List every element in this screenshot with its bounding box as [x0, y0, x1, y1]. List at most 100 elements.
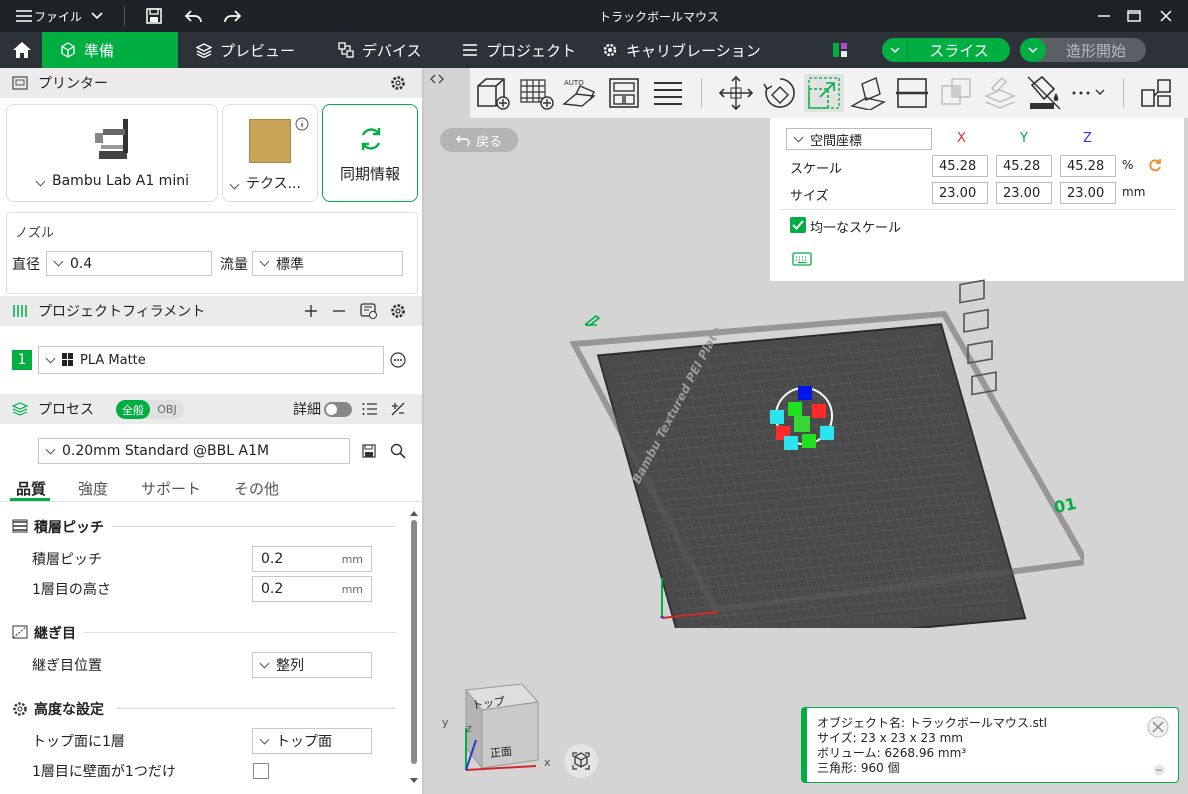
- undo-icon[interactable]: [184, 0, 204, 32]
- collapse-panel-icon[interactable]: [428, 70, 446, 88]
- redo-icon[interactable]: [222, 0, 242, 32]
- size-z-input[interactable]: 23.00: [1060, 182, 1116, 204]
- rotate-icon[interactable]: [760, 74, 800, 112]
- layer-height-input[interactable]: 0.2 mm: [252, 546, 372, 572]
- arrange-icon[interactable]: [604, 74, 644, 112]
- tab-calibration[interactable]: キャリブレーション: [584, 32, 761, 68]
- coordinate-select[interactable]: 空間座標: [786, 128, 932, 150]
- chevron-down-icon[interactable]: [1020, 38, 1046, 62]
- object-trackball-mouse[interactable]: [764, 378, 854, 468]
- mode-all[interactable]: 全般: [116, 400, 150, 419]
- divider: [116, 708, 396, 709]
- search-icon[interactable]: [390, 443, 406, 459]
- tab-other[interactable]: その他: [234, 478, 279, 499]
- size-x-input[interactable]: 23.00: [932, 182, 988, 204]
- mode-toggle[interactable]: 全般 OBJ: [116, 400, 184, 419]
- scrollbar[interactable]: [410, 510, 418, 790]
- uniform-scale-checkbox[interactable]: [790, 217, 806, 233]
- flow-select[interactable]: 標準: [252, 251, 403, 276]
- chevron-down-icon[interactable]: [882, 38, 908, 62]
- printer-title: プリンター: [38, 76, 108, 92]
- move-icon[interactable]: [716, 74, 756, 112]
- tab-quality[interactable]: 品質: [16, 478, 46, 499]
- plate-card[interactable]: テクス...: [222, 104, 318, 202]
- view-cube-front[interactable]: 正面: [489, 743, 513, 761]
- first-layer-input[interactable]: 0.2 mm: [252, 576, 372, 602]
- boolean-icon[interactable]: [936, 74, 976, 112]
- hamburger-menu-icon[interactable]: [14, 0, 34, 32]
- remove-icon[interactable]: [332, 304, 346, 318]
- filament-select[interactable]: PLA Matte: [38, 346, 384, 374]
- detail-toggle[interactable]: [324, 402, 352, 417]
- axis-z-header: Z: [1083, 131, 1092, 146]
- split-parts-icon[interactable]: [1136, 74, 1176, 112]
- more-tools-icon[interactable]: [1068, 74, 1108, 112]
- scale-z-input[interactable]: 45.28: [1060, 155, 1116, 177]
- scale-y-input[interactable]: 45.28: [996, 155, 1052, 177]
- compare-icon[interactable]: [390, 401, 406, 417]
- save-icon[interactable]: [362, 444, 376, 458]
- minimize-icon[interactable]: [1092, 0, 1116, 32]
- scrollbar-thumb[interactable]: [411, 520, 417, 764]
- diameter-select[interactable]: 0.4: [46, 251, 212, 276]
- print-button[interactable]: 造形開始: [1020, 38, 1146, 62]
- tab-strength[interactable]: 強度: [78, 478, 108, 499]
- tab-label: 準備: [84, 41, 115, 60]
- tab-device[interactable]: デバイス: [320, 32, 422, 68]
- edit-plate-icon[interactable]: [584, 312, 604, 326]
- slice-button[interactable]: スライス: [882, 38, 1010, 62]
- size-y-input[interactable]: 23.00: [996, 182, 1052, 204]
- 3d-viewport[interactable]: AUTO 戻る 空間座標 X Y Z スケール 45.28 45.28 45.2…: [424, 68, 1188, 794]
- mode-obj[interactable]: OBJ: [152, 400, 182, 419]
- save-icon[interactable]: [144, 0, 164, 32]
- color-paint-icon[interactable]: [1024, 74, 1064, 112]
- maximize-icon[interactable]: [1122, 0, 1146, 32]
- plate-side-icons[interactable]: [952, 278, 1002, 408]
- process-preset: 0.20mm Standard @BBL A1M: [62, 443, 270, 459]
- first-layer-wall-checkbox[interactable]: [253, 763, 269, 779]
- printer-card[interactable]: Bambu Lab A1 mini: [6, 104, 218, 202]
- filament-sync-icon[interactable]: [360, 302, 378, 320]
- scale-x-input[interactable]: 45.28: [932, 155, 988, 177]
- keyboard-icon[interactable]: [792, 252, 812, 266]
- scale-icon[interactable]: [804, 74, 844, 112]
- add-plate-icon[interactable]: [516, 74, 556, 112]
- close-icon[interactable]: [1147, 716, 1169, 738]
- plate-select[interactable]: テクス...: [229, 173, 301, 193]
- add-icon[interactable]: [304, 304, 318, 318]
- tab-preview[interactable]: プレビュー: [178, 32, 295, 68]
- auto-orient-icon[interactable]: AUTO: [560, 74, 600, 112]
- view-orient-button[interactable]: [564, 744, 598, 778]
- gear-icon[interactable]: [390, 303, 406, 319]
- tab-project[interactable]: プロジェクト: [444, 32, 576, 68]
- list-icon[interactable]: [362, 402, 378, 416]
- support-paint-icon[interactable]: [980, 74, 1020, 112]
- filament-slot[interactable]: 1: [12, 350, 32, 370]
- layers-list-icon[interactable]: [648, 74, 688, 112]
- collapse-icon[interactable]: [1153, 764, 1165, 776]
- reset-icon[interactable]: [1148, 158, 1162, 172]
- tab-label: キャリブレーション: [626, 41, 761, 60]
- chevron-down-icon[interactable]: [88, 0, 106, 32]
- info-icon[interactable]: [295, 117, 309, 131]
- lay-on-face-icon[interactable]: [848, 74, 888, 112]
- close-icon[interactable]: [1154, 0, 1178, 32]
- add-object-icon[interactable]: [472, 74, 512, 112]
- toolbar-separator: [701, 78, 702, 108]
- process-preset-select[interactable]: 0.20mm Standard @BBL A1M: [38, 438, 350, 464]
- back-button[interactable]: 戻る: [440, 128, 518, 152]
- printer-model-select[interactable]: Bambu Lab A1 mini: [35, 173, 189, 189]
- top-one-wall-select[interactable]: トップ面: [252, 728, 372, 754]
- view-cube[interactable]: [436, 678, 576, 788]
- file-menu[interactable]: ファイル: [34, 0, 82, 32]
- seam-position-select[interactable]: 整列: [252, 652, 372, 678]
- tab-prepare[interactable]: 準備: [42, 32, 178, 68]
- tab-support[interactable]: サポート: [141, 478, 201, 499]
- unit-label: mm: [341, 552, 363, 566]
- cut-icon[interactable]: [892, 74, 932, 112]
- gear-icon[interactable]: [390, 75, 406, 91]
- home-icon[interactable]: [0, 32, 42, 68]
- more-icon[interactable]: [390, 352, 406, 368]
- sync-button[interactable]: 同期情報: [322, 104, 418, 202]
- layout-icon[interactable]: [820, 32, 848, 68]
